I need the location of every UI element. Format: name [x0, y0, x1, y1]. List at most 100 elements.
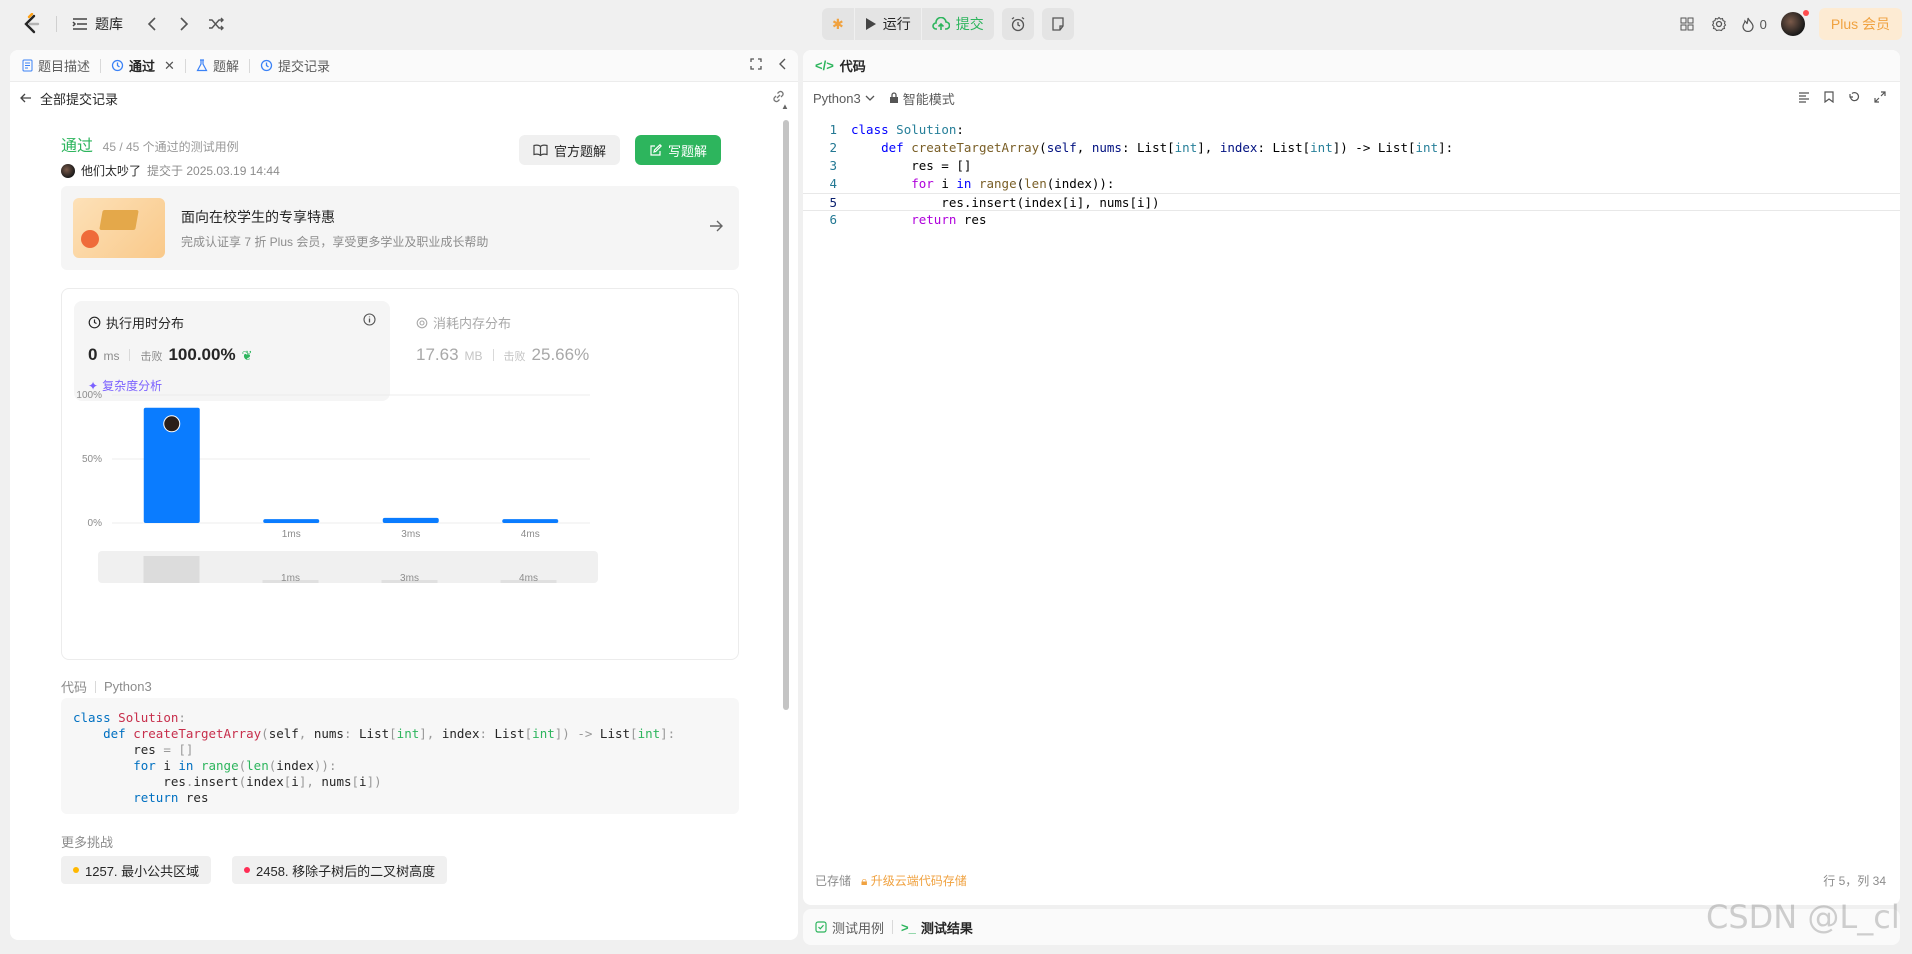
left-scrollbar[interactable]: ▲ ▼	[781, 102, 791, 940]
document-icon	[22, 59, 33, 72]
flask-icon	[196, 59, 208, 72]
navigator-label: 3ms	[400, 573, 419, 583]
info-icon[interactable]	[363, 313, 376, 329]
tab-accepted[interactable]: 通过 ✕	[111, 56, 175, 75]
chevron-left-icon[interactable]	[143, 15, 161, 33]
code-editor-panel: </> 代码 Python3 智能模式 1 class Solution: 2 d…	[803, 50, 1900, 905]
smart-mode-label: 智能模式	[902, 91, 955, 107]
official-solution-button[interactable]: 官方题解	[519, 135, 621, 165]
distribution-bar[interactable]	[263, 519, 320, 523]
memory-beat-label: 击败	[503, 351, 526, 363]
watermark: CSDN @L_cl	[1706, 898, 1900, 936]
trophy-icon: ❦	[241, 348, 253, 363]
tab-solutions-label: 题解	[212, 59, 239, 74]
gear-icon[interactable]	[1710, 15, 1728, 33]
run-button[interactable]: 运行	[855, 8, 921, 40]
promo-title: 面向在校学生的专享特惠	[181, 208, 335, 225]
note-button[interactable]	[1041, 8, 1074, 40]
alarm-button[interactable]	[1001, 8, 1034, 40]
shuffle-icon[interactable]	[207, 15, 225, 33]
streak-count: 0	[1759, 16, 1767, 32]
x-tick-label: 1ms	[282, 529, 301, 540]
language-select[interactable]: Python3	[813, 91, 875, 106]
code-brackets-icon: </>	[815, 58, 834, 73]
submit-time: 提交于 2025.03.19 14:44	[147, 164, 280, 178]
history-icon	[260, 59, 273, 72]
topbar-divider	[56, 16, 57, 32]
leetcode-logo-icon[interactable]	[20, 13, 42, 35]
scroll-up-icon[interactable]: ▲	[781, 102, 789, 111]
tab-test-result[interactable]: >_ 测试结果	[901, 918, 973, 937]
avatar[interactable]	[61, 163, 75, 178]
code-line: 4 for i in range(len(index)):	[829, 176, 1115, 191]
code-section-label: 代码 Python3	[61, 677, 152, 696]
note-icon	[1052, 17, 1064, 31]
upgrade-storage-link[interactable]: 🔒︎ 升级云端代码存储	[861, 872, 967, 889]
close-icon[interactable]: ✕	[164, 58, 175, 74]
submitted-code[interactable]: class Solution: def createTargetArray(se…	[61, 698, 739, 814]
plus-membership-button[interactable]: Plus 会员	[1818, 8, 1902, 40]
tab-test-result-label: 测试结果	[920, 920, 973, 936]
upgrade-storage-label: 升级云端代码存储	[870, 874, 967, 888]
layout-grid-icon[interactable]	[1678, 15, 1696, 33]
expand-icon[interactable]	[1874, 90, 1886, 106]
tab-description[interactable]: 题目描述	[22, 56, 90, 75]
bookmark-icon[interactable]	[1824, 90, 1834, 106]
promo-subtitle: 完成认证享 7 折 Plus 会员，享受更多学业及职业成长帮助	[181, 234, 489, 249]
tab-submissions[interactable]: 提交记录	[260, 56, 330, 75]
cursor-position: 行 5，列 34	[1823, 874, 1886, 888]
arrow-right-icon	[709, 219, 723, 237]
runtime-unit: ms	[103, 349, 120, 363]
scroll-thumb[interactable]	[783, 120, 789, 710]
code-language: Python3	[104, 679, 152, 694]
fullscreen-icon[interactable]	[750, 58, 762, 73]
cloud-upload-icon	[932, 17, 950, 30]
streak-counter[interactable]: 0	[1742, 17, 1767, 32]
edit-icon	[650, 143, 662, 156]
editor-status: 已存储 🔒︎ 升级云端代码存储	[815, 872, 967, 889]
submit-button[interactable]: 提交	[922, 8, 994, 40]
challenge-chip[interactable]: 2458. 移除子树后的二叉树高度	[232, 856, 448, 884]
distribution-bar[interactable]	[502, 519, 559, 523]
code-line: 6 return res	[829, 212, 987, 227]
code-line-current: 5 res.insert(index[i], nums[i])	[803, 193, 1900, 211]
tab-divider	[100, 58, 102, 73]
smart-mode-toggle[interactable]: 智能模式	[889, 89, 955, 108]
tab-divider	[892, 920, 894, 934]
book-icon	[533, 144, 548, 156]
memory-title: 消耗内存分布	[433, 316, 512, 331]
problem-bank-button[interactable]: 题库	[71, 14, 123, 34]
tab-accepted-label: 通过	[129, 59, 156, 74]
username[interactable]: 他们太吵了	[81, 162, 141, 179]
submit-label: 提交	[955, 16, 984, 32]
tab-description-label: 题目描述	[38, 59, 91, 74]
checkbox-icon	[815, 921, 827, 933]
format-icon[interactable]	[1798, 91, 1810, 106]
chevron-right-icon[interactable]	[175, 15, 193, 33]
testcases-passed: 45 / 45 个通过的测试用例	[102, 140, 239, 154]
reset-icon[interactable]	[1848, 91, 1860, 106]
editor-tab-label: 代码	[839, 59, 866, 74]
collapse-panel-icon[interactable]	[778, 58, 786, 73]
status-badge: 通过	[61, 138, 94, 155]
left-tabs: 题目描述 通过 ✕ 题解 提交记录	[10, 50, 798, 82]
user-avatar[interactable]	[1780, 10, 1809, 36]
student-promo-banner[interactable]: 面向在校学生的专享特惠 完成认证享 7 折 Plus 会员，享受更多学业及职业成…	[61, 186, 739, 270]
runtime-title: 执行用时分布	[106, 316, 185, 331]
x-tick-label: 4ms	[521, 529, 540, 540]
tab-submissions-label: 提交记录	[277, 59, 330, 74]
navigator-bar	[143, 556, 200, 583]
back-to-submissions[interactable]: 全部提交记录	[10, 82, 798, 114]
write-solution-button[interactable]: 写题解	[635, 135, 722, 165]
debug-button[interactable]: ✱	[822, 8, 854, 40]
chart-range-navigator[interactable]: 1ms 3ms 4ms	[98, 551, 598, 584]
difficulty-dot	[73, 867, 79, 873]
tab-testcase[interactable]: 测试用例	[815, 918, 884, 937]
challenge-chip[interactable]: 1257. 最小公共区域	[61, 856, 212, 884]
tab-solutions[interactable]: 题解	[196, 56, 239, 75]
history-icon	[111, 59, 124, 72]
memory-unit: MB	[464, 349, 483, 363]
distribution-bar[interactable]	[382, 517, 439, 523]
runtime-distribution-chart: 100% 50% 0% 1ms 3ms 4ms	[76, 390, 590, 540]
code-editor[interactable]: 1 class Solution: 2 def createTargetArray…	[803, 116, 1900, 716]
